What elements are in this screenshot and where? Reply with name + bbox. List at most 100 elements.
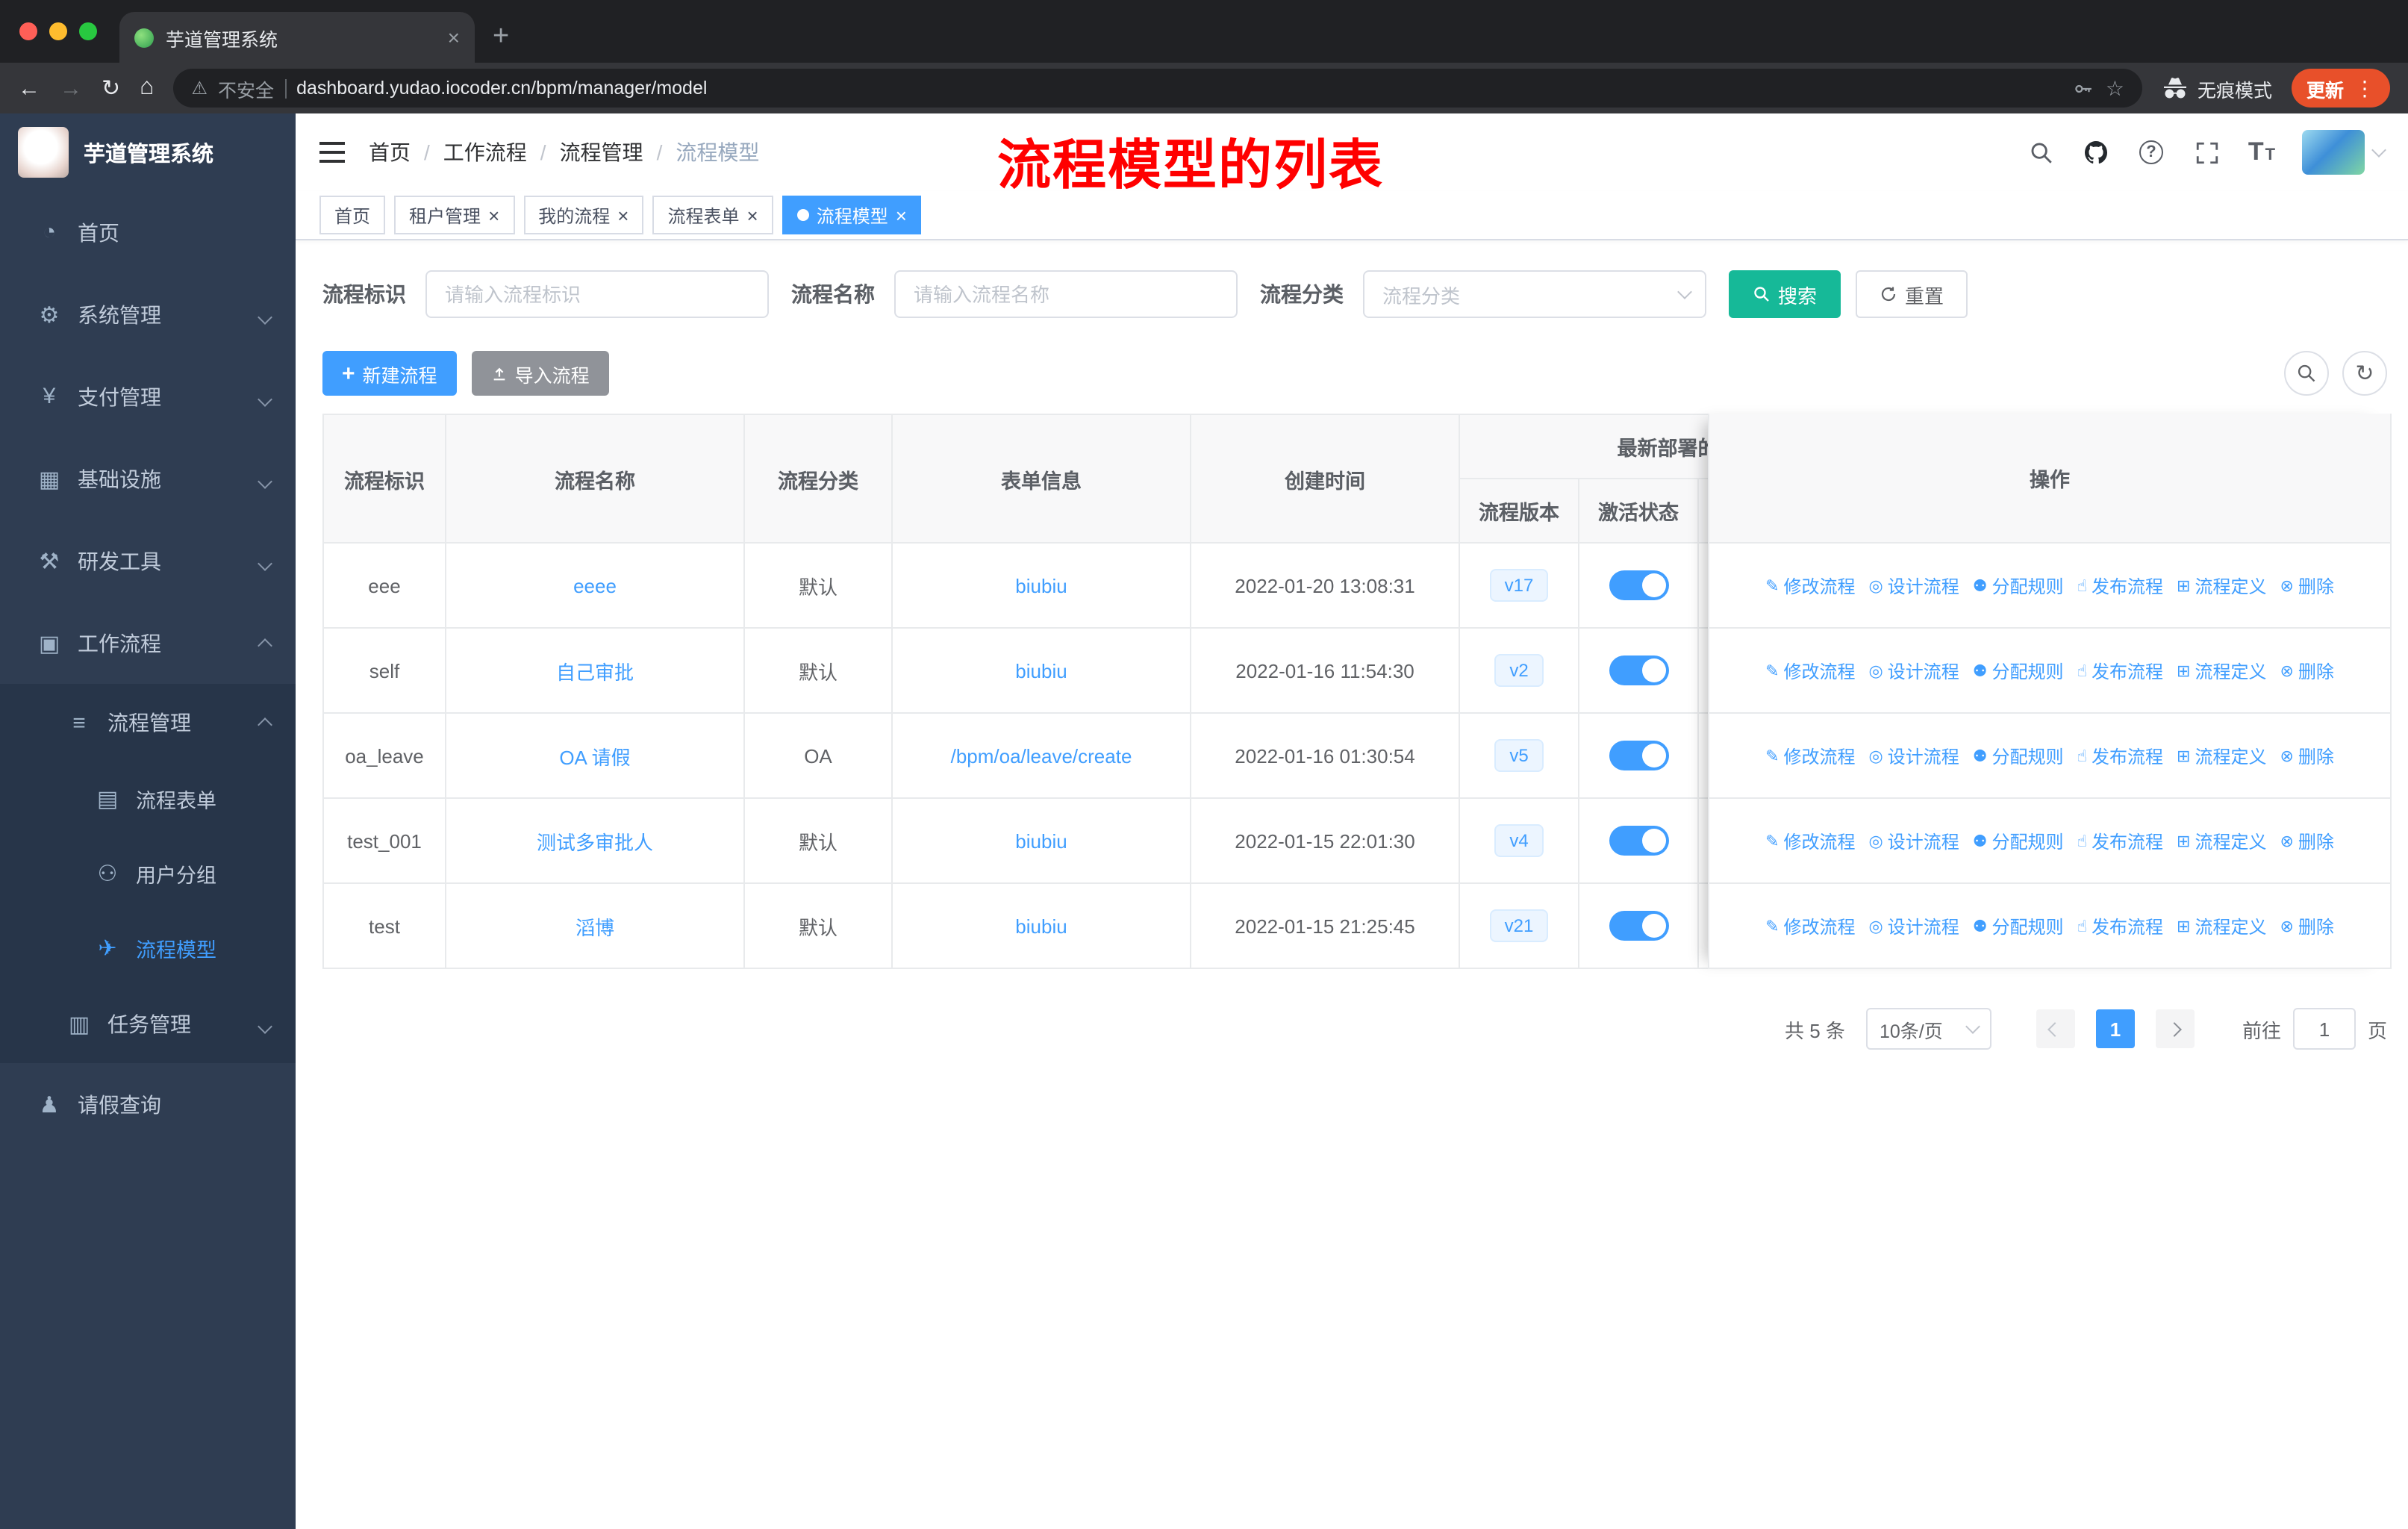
version-badge[interactable]: v21 xyxy=(1489,909,1549,942)
tab-close-icon[interactable] xyxy=(448,25,460,49)
action-assign-rule[interactable]: ⚉ 分配规则 xyxy=(1973,658,2064,683)
action-definition[interactable]: ⊞ 流程定义 xyxy=(2177,658,2266,683)
user-menu[interactable] xyxy=(2302,130,2386,175)
tag-home[interactable]: 首页 xyxy=(319,196,386,234)
form-link[interactable]: biubiu xyxy=(1015,574,1067,597)
action-publish[interactable]: ☝ 发布流程 xyxy=(2077,743,2163,768)
breadcrumb-process-mgmt[interactable]: 流程管理 xyxy=(560,137,643,167)
prev-page-button[interactable] xyxy=(2036,1009,2075,1048)
version-badge[interactable]: v4 xyxy=(1494,824,1544,857)
browser-tab[interactable]: 芋道管理系统 xyxy=(119,12,475,63)
process-key-input[interactable] xyxy=(425,270,769,318)
password-key-icon[interactable] xyxy=(2073,77,2095,99)
process-name-input[interactable] xyxy=(894,270,1238,318)
forward-icon[interactable] xyxy=(60,77,82,99)
action-assign-rule[interactable]: ⚉ 分配规则 xyxy=(1973,828,2064,853)
tag-process-form[interactable]: 流程表单 xyxy=(652,196,773,234)
security-label[interactable]: 不安全 xyxy=(218,74,274,102)
action-definition[interactable]: ⊞ 流程定义 xyxy=(2177,828,2266,853)
refresh-button[interactable] xyxy=(2342,351,2387,396)
active-toggle[interactable] xyxy=(1609,911,1668,941)
sidebar-item-process-form[interactable]: ▤ 流程表单 xyxy=(0,762,296,836)
sidebar-item-payment-mgmt[interactable]: ¥ 支付管理 xyxy=(0,355,296,437)
action-delete[interactable]: ⊗ 删除 xyxy=(2280,743,2333,768)
action-design[interactable]: ◎ 设计流程 xyxy=(1869,913,1959,938)
active-toggle[interactable] xyxy=(1609,655,1668,685)
sidebar-item-home[interactable]: ◔ 首页 xyxy=(0,191,296,273)
reset-button[interactable]: 重置 xyxy=(1856,270,1968,318)
action-edit[interactable]: ✎ 修改流程 xyxy=(1765,828,1855,853)
sidebar-item-workflow[interactable]: ▣ 工作流程 xyxy=(0,602,296,684)
toggle-search-button[interactable] xyxy=(2284,351,2329,396)
sidebar-item-dev-tools[interactable]: ⚒ 研发工具 xyxy=(0,520,296,602)
import-process-button[interactable]: 导入流程 xyxy=(471,351,609,396)
form-link[interactable]: /bpm/oa/leave/create xyxy=(951,744,1132,767)
window-zoom-button[interactable] xyxy=(79,22,97,40)
action-delete[interactable]: ⊗ 删除 xyxy=(2280,913,2333,938)
action-assign-rule[interactable]: ⚉ 分配规则 xyxy=(1973,913,2064,938)
action-assign-rule[interactable]: ⚉ 分配规则 xyxy=(1973,573,2064,598)
tag-tenant-mgmt[interactable]: 租户管理 xyxy=(394,196,515,234)
search-button[interactable]: 搜索 xyxy=(1729,270,1841,318)
process-name-link[interactable]: eeee xyxy=(573,574,617,597)
tag-my-process[interactable]: 我的流程 xyxy=(523,196,644,234)
browser-menu-icon[interactable] xyxy=(2354,75,2375,101)
font-size-icon[interactable] xyxy=(2247,137,2277,167)
action-design[interactable]: ◎ 设计流程 xyxy=(1869,658,1959,683)
action-edit[interactable]: ✎ 修改流程 xyxy=(1765,573,1855,598)
form-link[interactable]: biubiu xyxy=(1015,829,1067,852)
version-badge[interactable]: v5 xyxy=(1494,739,1544,772)
action-delete[interactable]: ⊗ 删除 xyxy=(2280,658,2333,683)
sidebar-collapse-icon[interactable] xyxy=(319,142,345,163)
breadcrumb-workflow[interactable]: 工作流程 xyxy=(443,137,527,167)
bookmark-star-icon[interactable] xyxy=(2106,75,2124,101)
reload-icon[interactable] xyxy=(102,77,120,99)
sidebar-item-infrastructure[interactable]: ▦ 基础设施 xyxy=(0,437,296,520)
action-design[interactable]: ◎ 设计流程 xyxy=(1869,828,1959,853)
action-edit[interactable]: ✎ 修改流程 xyxy=(1765,913,1855,938)
goto-page-input[interactable] xyxy=(2292,1008,2356,1050)
close-icon[interactable] xyxy=(488,205,499,225)
page-size-select[interactable]: 10条/页 xyxy=(1865,1008,1991,1050)
active-toggle[interactable] xyxy=(1609,570,1668,600)
url-text[interactable]: dashboard.yudao.iocoder.cn/bpm/manager/m… xyxy=(296,78,707,99)
fullscreen-icon[interactable] xyxy=(2192,137,2221,167)
browser-update-button[interactable]: 更新 xyxy=(2291,69,2390,108)
current-page[interactable]: 1 xyxy=(2095,1009,2135,1048)
new-tab-button[interactable] xyxy=(493,21,509,54)
close-icon[interactable] xyxy=(747,205,758,225)
sidebar-item-system-mgmt[interactable]: ⚙ 系统管理 xyxy=(0,273,296,355)
sidebar-item-process-mgmt[interactable]: ≡ 流程管理 xyxy=(0,684,296,762)
window-close-button[interactable] xyxy=(19,22,37,40)
create-process-button[interactable]: 新建流程 xyxy=(322,351,457,396)
help-icon[interactable] xyxy=(2136,137,2166,167)
sidebar-item-user-group[interactable]: ⚇ 用户分组 xyxy=(0,836,296,911)
action-publish[interactable]: ☝ 发布流程 xyxy=(2077,573,2163,598)
action-definition[interactable]: ⊞ 流程定义 xyxy=(2177,573,2266,598)
action-definition[interactable]: ⊞ 流程定义 xyxy=(2177,913,2266,938)
process-name-link[interactable]: 自己审批 xyxy=(556,661,634,683)
sidebar-item-task-mgmt[interactable]: ▥ 任务管理 xyxy=(0,985,296,1063)
version-badge[interactable]: v17 xyxy=(1489,569,1549,602)
search-icon[interactable] xyxy=(2026,137,2056,167)
process-name-link[interactable]: 测试多审批人 xyxy=(537,831,653,853)
version-badge[interactable]: v2 xyxy=(1494,654,1544,687)
active-toggle[interactable] xyxy=(1609,741,1668,770)
back-icon[interactable] xyxy=(18,77,40,99)
sidebar-item-leave-query[interactable]: ♟ 请假查询 xyxy=(0,1063,296,1145)
tag-process-model[interactable]: 流程模型 xyxy=(782,196,922,234)
close-icon[interactable] xyxy=(617,205,628,225)
action-edit[interactable]: ✎ 修改流程 xyxy=(1765,658,1855,683)
form-link[interactable]: biubiu xyxy=(1015,915,1067,937)
home-icon[interactable] xyxy=(140,76,154,100)
sidebar-item-process-model[interactable]: ✈ 流程模型 xyxy=(0,911,296,985)
action-definition[interactable]: ⊞ 流程定义 xyxy=(2177,743,2266,768)
form-link[interactable]: biubiu xyxy=(1015,659,1067,682)
action-publish[interactable]: ☝ 发布流程 xyxy=(2077,828,2163,853)
process-category-select[interactable]: 流程分类 xyxy=(1363,270,1706,318)
action-design[interactable]: ◎ 设计流程 xyxy=(1869,743,1959,768)
window-minimize-button[interactable] xyxy=(49,22,67,40)
action-design[interactable]: ◎ 设计流程 xyxy=(1869,573,1959,598)
action-publish[interactable]: ☝ 发布流程 xyxy=(2077,658,2163,683)
breadcrumb-home[interactable]: 首页 xyxy=(369,137,411,167)
